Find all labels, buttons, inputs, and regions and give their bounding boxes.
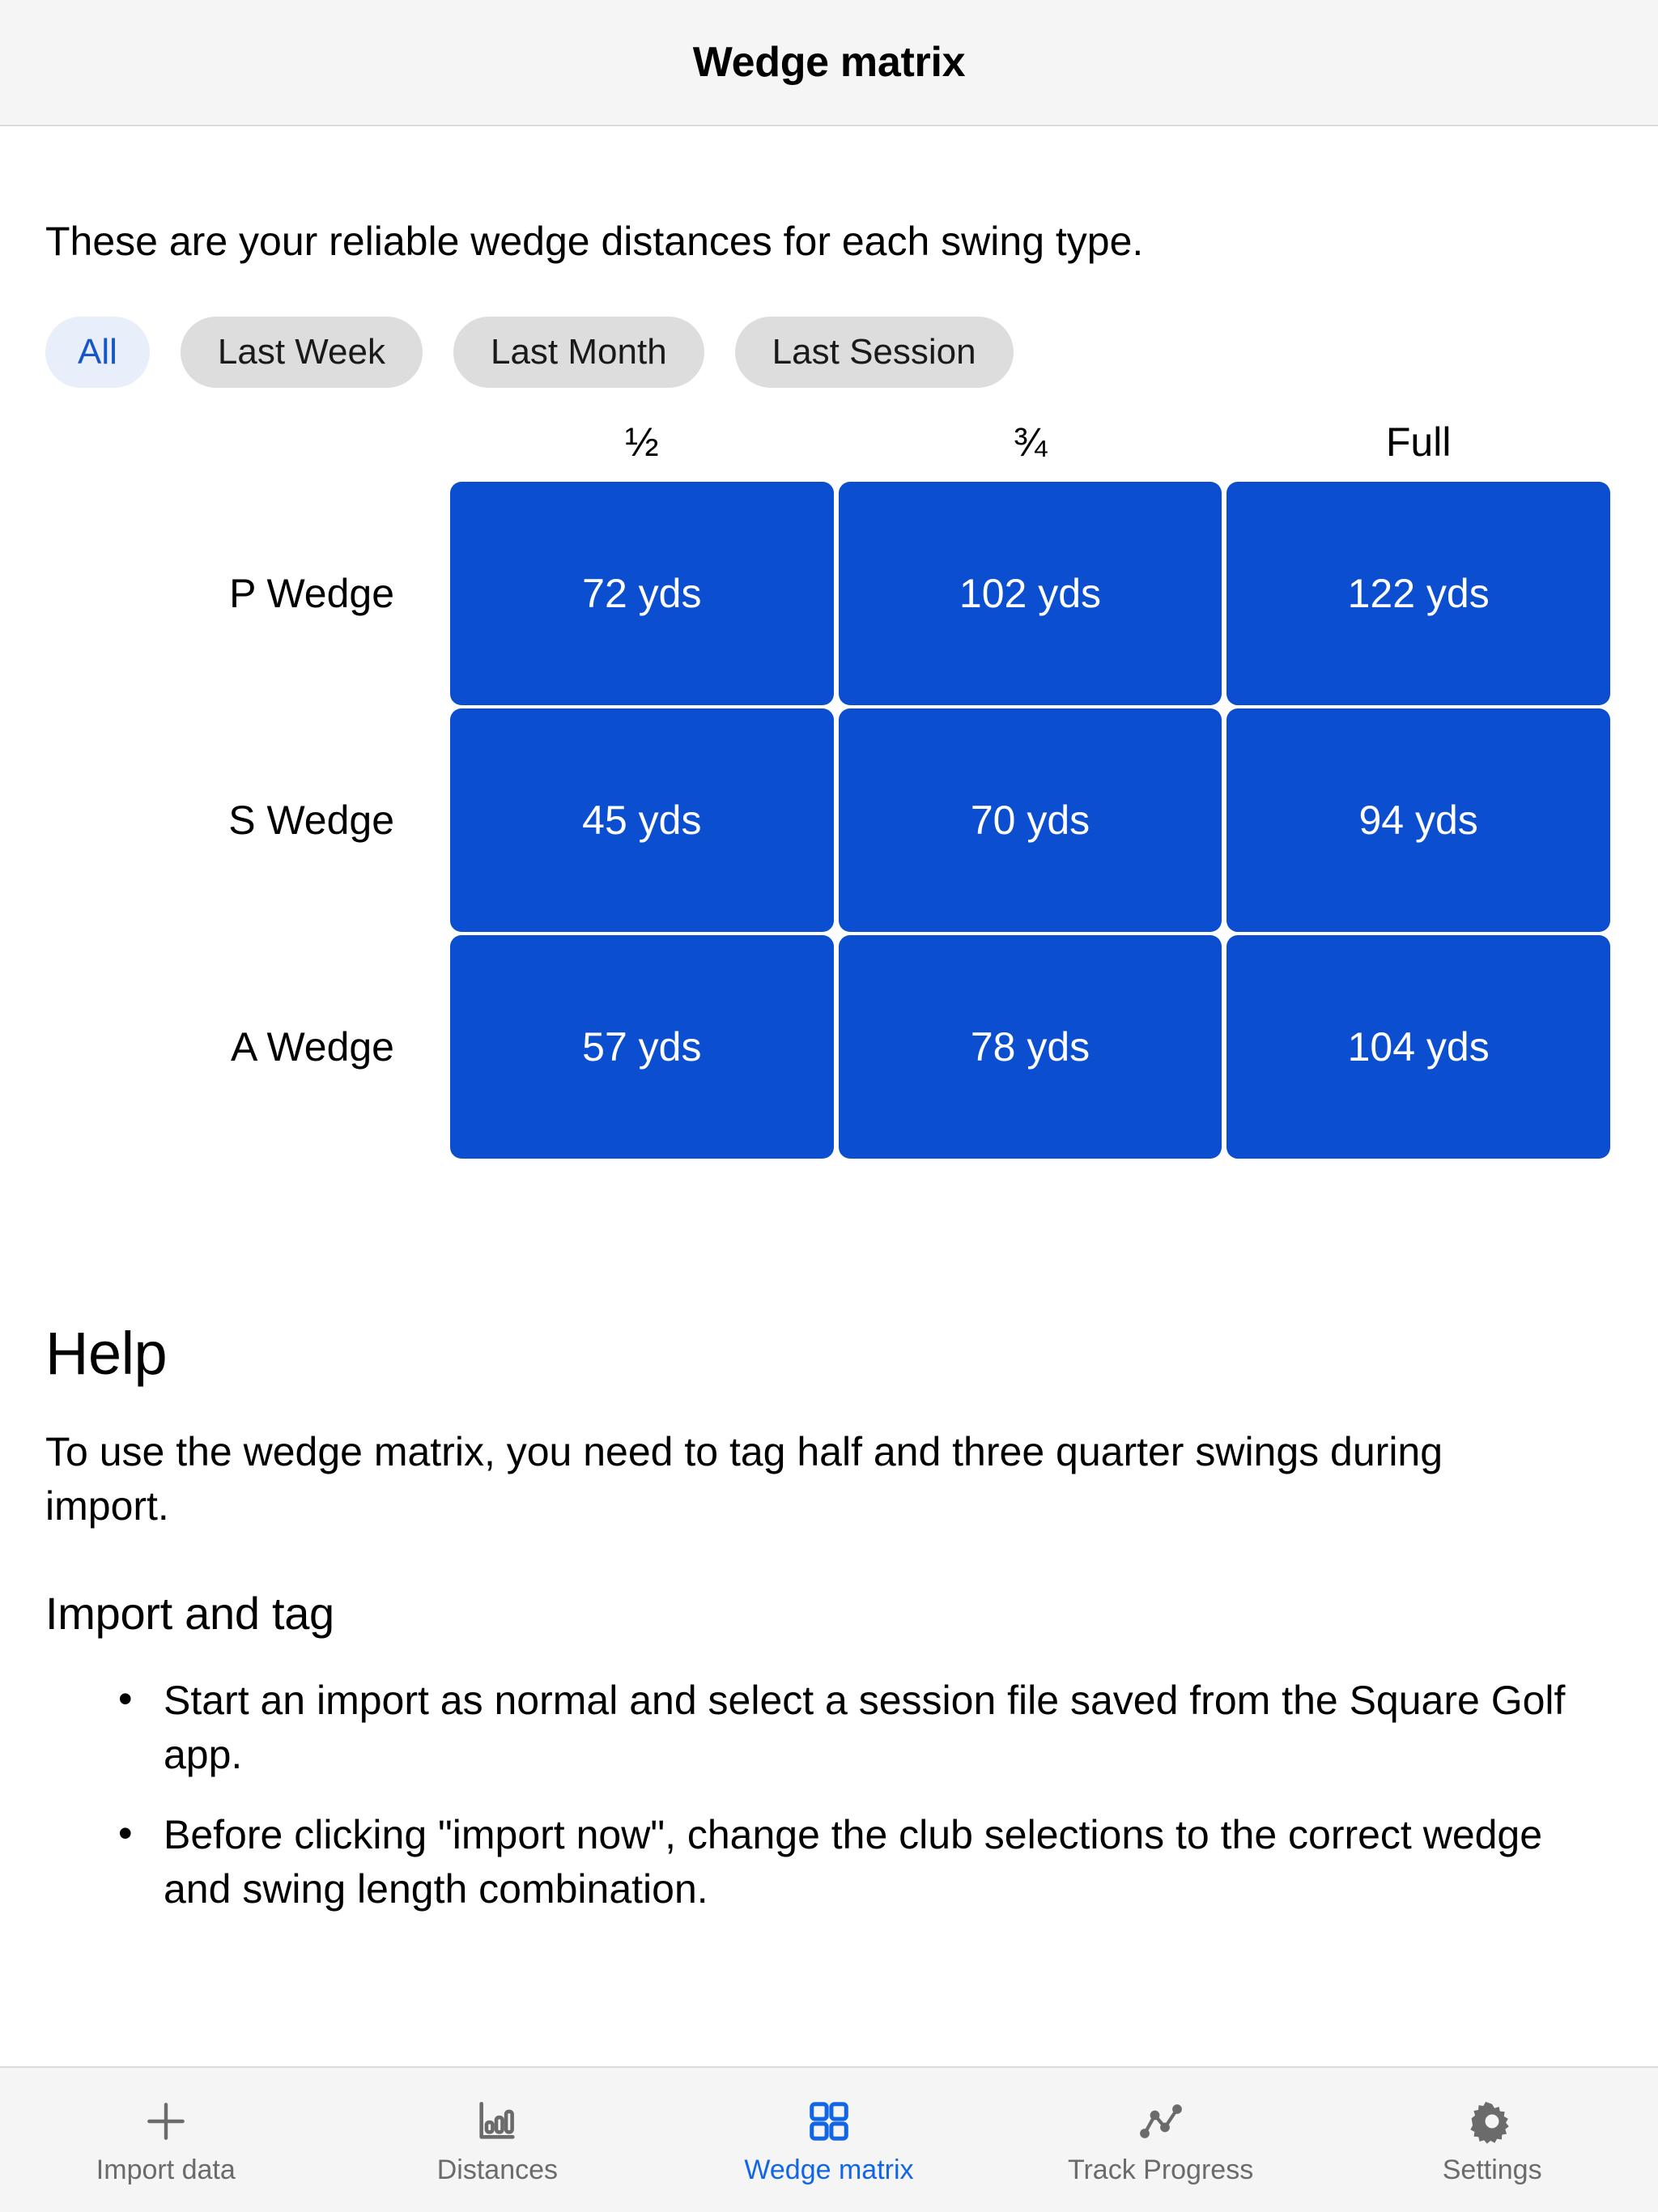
page-content: These are your reliable wedge distances … (0, 126, 1658, 2066)
page-title: Wedge matrix (692, 39, 966, 86)
matrix-cell-s-wedge-full[interactable]: 94 yds (1226, 708, 1610, 932)
wedge-matrix: ½ ¾ Full P Wedge 72 yds 102 yds 122 yds … (45, 422, 1613, 1160)
tab-track-progress[interactable]: Track Progress (995, 2068, 1327, 2212)
intro-text: These are your reliable wedge distances … (45, 219, 1144, 264)
filter-chip-group: All Last Week Last Month Last Session (45, 317, 1613, 388)
matrix-row-label-a-wedge: A Wedge (230, 1024, 394, 1070)
matrix-column-header-three-quarter: ¾ (1013, 419, 1048, 465)
matrix-row-label-s-wedge: S Wedge (228, 798, 394, 843)
tab-label-settings: Settings (1442, 2155, 1542, 2185)
help-subheading-import-and-tag: Import and tag (45, 1588, 334, 1639)
matrix-cell-a-wedge-full[interactable]: 104 yds (1226, 935, 1610, 1159)
matrix-column-header-full: Full (1385, 419, 1452, 465)
gear-icon (1469, 2096, 1516, 2146)
grid-icon (806, 2096, 852, 2146)
app-root: Wedge matrix These are your reliable wed… (0, 0, 1658, 2212)
tab-label-import-data: Import data (96, 2155, 236, 2185)
plus-icon (141, 2096, 191, 2146)
tab-wedge-matrix[interactable]: Wedge matrix (663, 2068, 995, 2212)
bar-chart-icon (474, 2096, 521, 2146)
matrix-corner-spacer (45, 422, 448, 480)
matrix-column-header-half: ½ (624, 419, 659, 465)
matrix-cell-p-wedge-full[interactable]: 122 yds (1226, 482, 1610, 705)
filter-chip-all[interactable]: All (45, 317, 150, 388)
tab-distances[interactable]: Distances (332, 2068, 664, 2212)
tab-import-data[interactable]: Import data (0, 2068, 332, 2212)
matrix-cell-s-wedge-three-quarter[interactable]: 70 yds (838, 708, 1222, 932)
tab-label-wedge-matrix: Wedge matrix (744, 2155, 914, 2185)
matrix-cell-a-wedge-half[interactable]: 57 yds (450, 935, 834, 1159)
matrix-cell-s-wedge-half[interactable]: 45 yds (450, 708, 834, 932)
list-item: Before clicking "import now", change the… (118, 1806, 1613, 1916)
filter-chip-last-month[interactable]: Last Month (453, 317, 704, 388)
list-item: Start an import as normal and select a s… (118, 1672, 1613, 1782)
help-bullet-list: Start an import as normal and select a s… (45, 1672, 1613, 1916)
tab-label-distances: Distances (436, 2155, 559, 2185)
matrix-cell-p-wedge-half[interactable]: 72 yds (450, 482, 834, 705)
filter-chip-last-week[interactable]: Last Week (180, 317, 423, 388)
matrix-cell-a-wedge-three-quarter[interactable]: 78 yds (838, 935, 1222, 1159)
titlebar: Wedge matrix (0, 0, 1658, 126)
matrix-row-label-p-wedge: P Wedge (229, 571, 394, 616)
matrix-cell-p-wedge-three-quarter[interactable]: 102 yds (838, 482, 1222, 705)
line-chart-icon (1137, 2096, 1185, 2146)
help-paragraph: To use the wedge matrix, you need to tag… (45, 1429, 1443, 1529)
bottom-tab-bar: Import data Distances Wedge matrix Track… (0, 2066, 1658, 2212)
filter-chip-last-session[interactable]: Last Session (734, 317, 1014, 388)
help-heading: Help (45, 1320, 168, 1387)
tab-label-track-progress: Track Progress (1067, 2155, 1254, 2185)
tab-settings[interactable]: Settings (1326, 2068, 1658, 2212)
